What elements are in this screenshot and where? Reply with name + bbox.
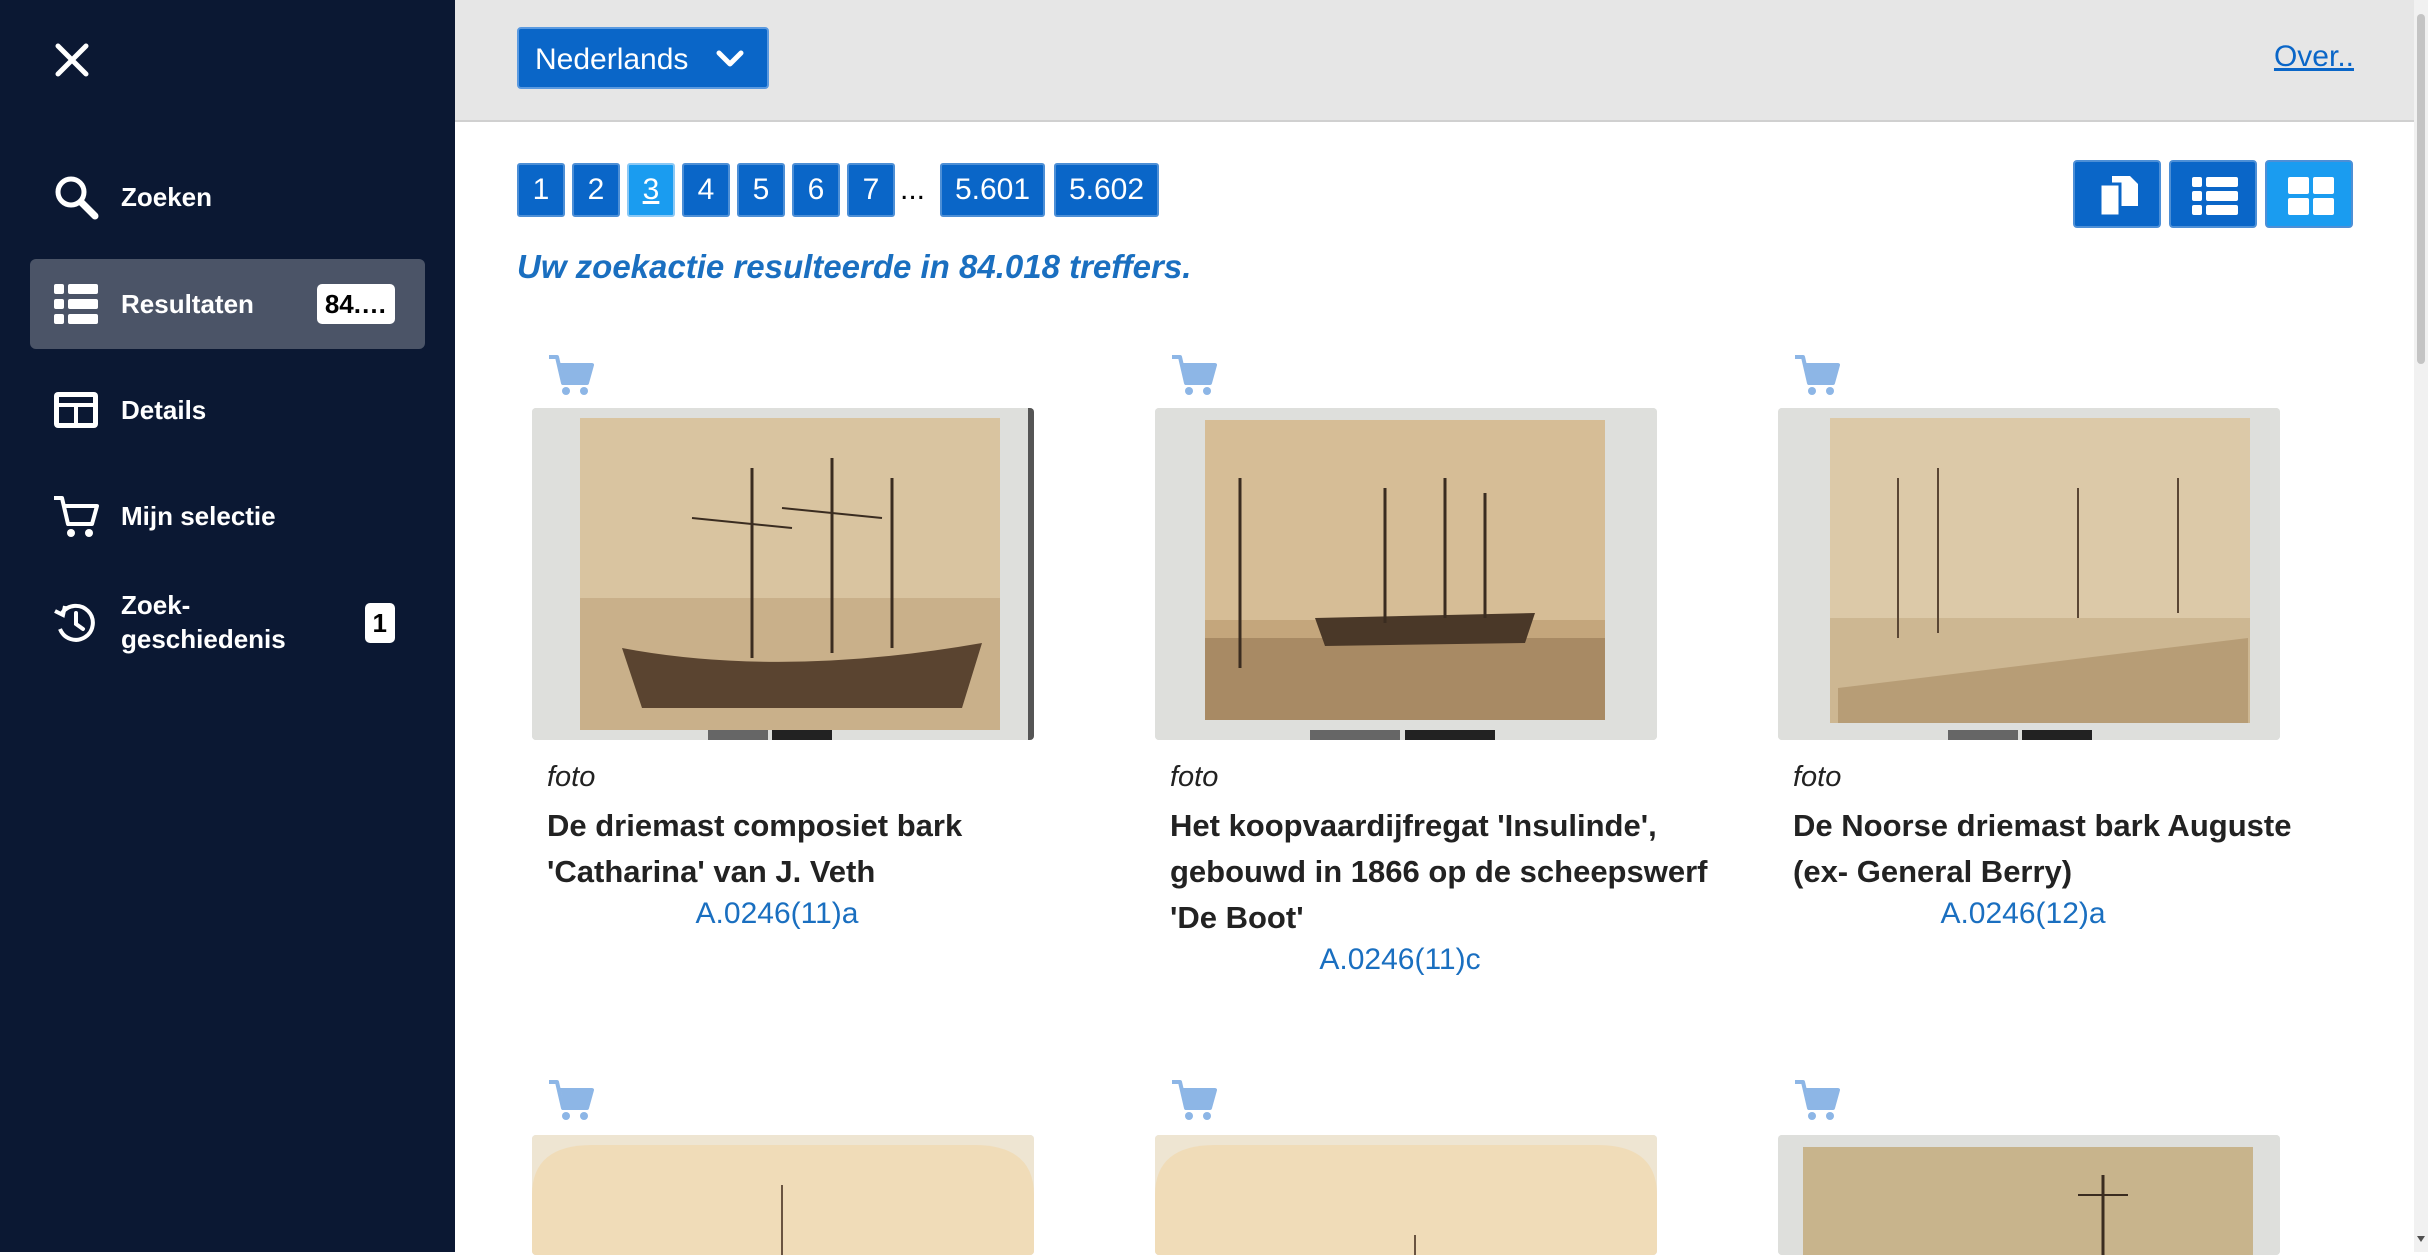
ship-photo bbox=[1778, 1135, 2280, 1255]
result-thumbnail[interactable] bbox=[532, 1135, 1034, 1255]
chevron-down-icon bbox=[716, 50, 744, 67]
result-type: foto bbox=[1170, 761, 1219, 793]
sidebar-item-label-line1: Zoek- bbox=[121, 590, 191, 620]
add-to-cart-icon[interactable] bbox=[1793, 353, 1841, 397]
close-icon[interactable] bbox=[50, 38, 94, 82]
add-to-cart-icon[interactable] bbox=[547, 353, 595, 397]
result-id-link[interactable]: A.0246(12)a bbox=[1763, 897, 2283, 931]
ship-photo bbox=[532, 1135, 1034, 1255]
top-bar: Nederlands Over.. bbox=[455, 0, 2414, 122]
sidebar-item-zoeken[interactable]: Zoeken bbox=[30, 152, 425, 242]
harbour-photo bbox=[1778, 408, 2280, 740]
results-count-badge: 84.… bbox=[316, 284, 395, 324]
sidebar-item-label: Resultaten bbox=[121, 289, 254, 319]
result-id-link[interactable]: A.0246(11)a bbox=[517, 897, 1037, 931]
ship-photo bbox=[1155, 408, 1657, 740]
result-type: foto bbox=[1793, 761, 1842, 793]
result-id-link[interactable]: A.0246(11)c bbox=[1140, 943, 1660, 977]
history-count-badge: 1 bbox=[364, 603, 395, 643]
result-title[interactable]: De driemast composiet bark 'Catharina' v… bbox=[547, 803, 1087, 895]
page-button-5[interactable]: 5 bbox=[737, 163, 785, 217]
sidebar-item-label: Details bbox=[121, 395, 207, 425]
language-select-value: Nederlands bbox=[535, 43, 689, 76]
scroll-down-arrow[interactable] bbox=[2417, 1236, 2425, 1242]
scrollbar[interactable] bbox=[2414, 0, 2428, 1252]
view-list-button[interactable] bbox=[2169, 160, 2257, 228]
pagination-ellipsis: ... bbox=[900, 173, 926, 206]
documents-icon bbox=[2098, 176, 2138, 216]
view-detail-button[interactable] bbox=[2073, 160, 2161, 228]
result-thumbnail[interactable] bbox=[1778, 1135, 2280, 1255]
sidebar-item-zoekgeschiedenis[interactable]: Zoek- geschiedenis 1 bbox=[30, 578, 425, 668]
list-icon bbox=[54, 284, 98, 324]
result-type: foto bbox=[547, 761, 596, 793]
result-title[interactable]: Het koopvaardijfregat 'Insulinde', gebou… bbox=[1170, 803, 1710, 941]
sidebar-item-resultaten[interactable]: Resultaten 84.… bbox=[30, 259, 425, 349]
add-to-cart-icon[interactable] bbox=[547, 1078, 595, 1122]
sidebar-item-mijn-selectie[interactable]: Mijn selectie bbox=[30, 471, 425, 561]
page-button-3-current[interactable]: 3 bbox=[627, 163, 675, 217]
view-grid-button[interactable] bbox=[2265, 160, 2353, 228]
ship-photo bbox=[1155, 1135, 1657, 1255]
result-title[interactable]: De Noorse driemast bark Auguste (ex- Gen… bbox=[1793, 803, 2333, 895]
result-thumbnail[interactable] bbox=[1155, 1135, 1657, 1255]
ship-photo bbox=[532, 408, 1034, 740]
add-to-cart-icon[interactable] bbox=[1793, 1078, 1841, 1122]
list-view-icon bbox=[2192, 177, 2238, 215]
details-grid-icon bbox=[54, 392, 98, 428]
search-icon bbox=[55, 176, 99, 220]
sidebar-item-details[interactable]: Details bbox=[30, 365, 425, 455]
page-button-5601[interactable]: 5.601 bbox=[940, 163, 1045, 217]
add-to-cart-icon[interactable] bbox=[1170, 353, 1218, 397]
history-icon bbox=[54, 603, 95, 642]
result-thumbnail[interactable] bbox=[532, 408, 1034, 740]
result-summary: Uw zoekactie resulteerde in 84.018 treff… bbox=[517, 248, 1192, 285]
about-link[interactable]: Over.. bbox=[2274, 40, 2354, 74]
scrollbar-thumb[interactable] bbox=[2417, 14, 2425, 364]
sidebar-item-label-line2: geschiedenis bbox=[121, 624, 286, 654]
page-button-7[interactable]: 7 bbox=[847, 163, 895, 217]
result-thumbnail[interactable] bbox=[1155, 408, 1657, 740]
sidebar: Zoeken Resultaten 84.… Details Mijn sele… bbox=[0, 0, 455, 1252]
add-to-cart-icon[interactable] bbox=[1170, 1078, 1218, 1122]
page-button-2[interactable]: 2 bbox=[572, 163, 620, 217]
page-button-4[interactable]: 4 bbox=[682, 163, 730, 217]
sidebar-item-label: Zoeken bbox=[121, 182, 213, 212]
page-button-5602[interactable]: 5.602 bbox=[1054, 163, 1159, 217]
cart-icon bbox=[54, 496, 99, 537]
page-button-1[interactable]: 1 bbox=[517, 163, 565, 217]
grid-view-icon bbox=[2288, 177, 2334, 215]
page-button-6[interactable]: 6 bbox=[792, 163, 840, 217]
language-select[interactable]: Nederlands bbox=[517, 27, 769, 89]
sidebar-item-label: Mijn selectie bbox=[121, 501, 276, 531]
result-thumbnail[interactable] bbox=[1778, 408, 2280, 740]
